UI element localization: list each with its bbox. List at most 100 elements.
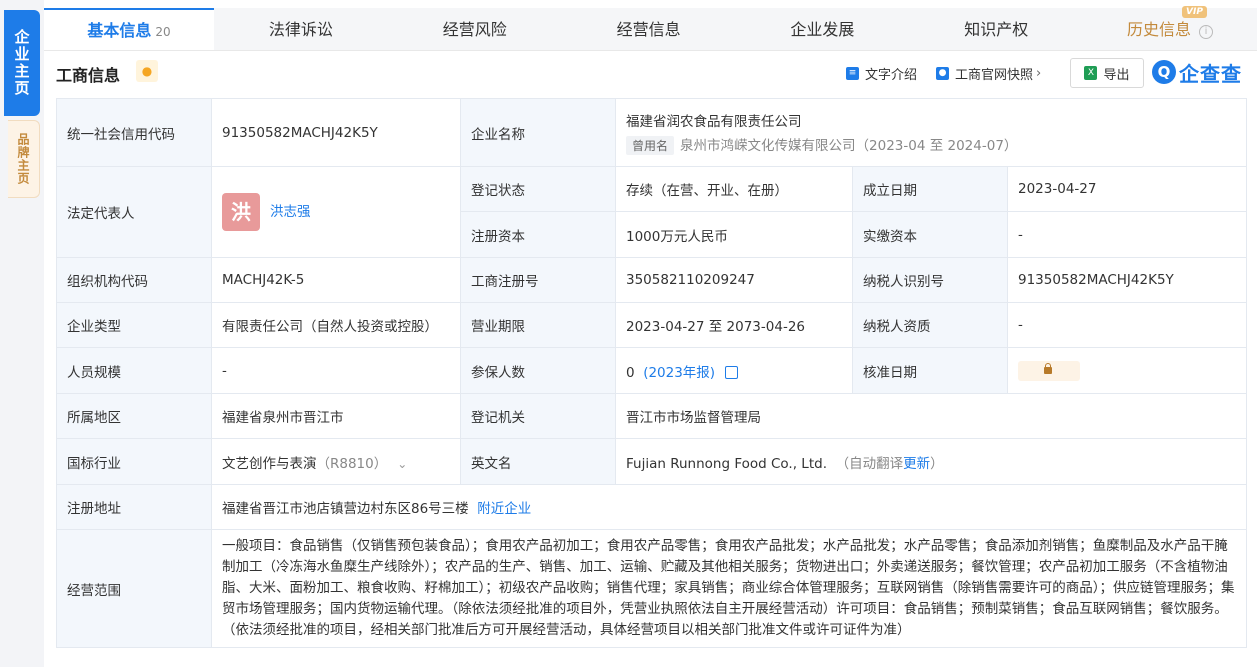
cell-label: 企业名称	[460, 98, 616, 167]
table-row: 人员规模 - 参保人数 0 (2023年报) 核准日期	[56, 347, 1248, 394]
company-name: 福建省润农食品有限责任公司	[626, 114, 802, 130]
tab-count: 20	[155, 25, 171, 39]
paid-capital-value: -	[1006, 211, 1248, 258]
cell-label: 核准日期	[852, 347, 1008, 394]
excel-icon: X	[1084, 66, 1098, 80]
chevron-down-icon[interactable]: ⌄	[397, 457, 407, 471]
cell-label: 登记机关	[460, 393, 616, 439]
taxpayer-q-value: -	[1006, 302, 1248, 348]
export-button[interactable]: X 导出	[1070, 58, 1144, 88]
tab-history[interactable]: 历史信息 i VIP	[1083, 6, 1257, 50]
en-note-suffix: ）	[930, 455, 944, 472]
cell-label: 注册地址	[56, 484, 212, 530]
export-label: 导出	[1103, 67, 1130, 83]
nearby-companies-link[interactable]: 附近企业	[477, 501, 531, 517]
business-scope-value: 一般项目：食品销售（仅销售预包装食品）；食用农产品初加工；食用农产品零售；食用农…	[210, 529, 1248, 648]
biz-reg-no-value: 350582110209247	[615, 257, 853, 303]
section-header: 工商信息 ● ≡ 文字介绍 ● 工商官网快照 › X 导出 Q 企查查	[56, 58, 1247, 90]
cell-label: 纳税人资质	[852, 302, 1008, 348]
side-tab-company-home[interactable]: 企业主页	[4, 10, 40, 116]
snapshot-label: 工商官网快照	[955, 68, 1034, 83]
cell-label: 工商注册号	[460, 257, 616, 303]
vip-badge: VIP	[1182, 6, 1207, 18]
address-cell: 福建省晋江市池店镇营边村东区86号三楼 附近企业	[210, 484, 1248, 530]
cell-label: 成立日期	[852, 166, 1008, 212]
translate-update-link[interactable]: 更新	[903, 456, 930, 472]
section-title: 工商信息	[56, 66, 121, 85]
chevron-right-icon: ›	[1036, 66, 1042, 81]
cell-label: 登记状态	[460, 166, 616, 212]
cell-label: 英文名	[460, 438, 616, 485]
reg-capital-value: 1000万元人民币	[615, 211, 853, 258]
table-row: 统一社会信用代码 91350582MACHJ42K5Y 企业名称 福建省润农食品…	[56, 98, 1248, 167]
cell-label: 经营范围	[56, 529, 212, 648]
org-code-value: MACHJ42K-5	[211, 257, 461, 303]
legal-rep-link[interactable]: 洪志强	[270, 204, 311, 220]
table-row: 国标行业 文艺创作与表演（R8810） ⌄ 英文名 Fujian Runnong …	[56, 438, 1248, 485]
table-row: 所属地区 福建省泉州市晋江市 登记机关 晋江市市场监督管理局	[56, 393, 1248, 439]
bell-icon[interactable]: ●	[136, 60, 158, 82]
address-value: 福建省晋江市池店镇营边村东区86号三楼	[222, 501, 469, 517]
side-tab-brand-home[interactable]: 品牌主页	[8, 120, 40, 198]
legal-rep-cell: 洪洪志强	[211, 166, 461, 258]
region-value: 福建省泉州市晋江市	[211, 393, 461, 439]
tab-development[interactable]: 企业发展	[735, 8, 909, 50]
tab-operation[interactable]: 经营信息	[562, 8, 736, 50]
cell-label: 注册资本	[460, 211, 616, 258]
cell-label: 组织机构代码	[56, 257, 212, 303]
cell-label: 统一社会信用代码	[56, 98, 212, 167]
document-icon: ≡	[846, 67, 859, 80]
business-info-table: 统一社会信用代码 91350582MACHJ42K5Y 企业名称 福建省润农食品…	[56, 98, 1248, 648]
text-intro-label: 文字介绍	[865, 68, 918, 83]
camera-icon: ●	[936, 67, 949, 80]
table-row: 企业类型 有限责任公司（自然人投资或控股） 营业期限 2023-04-27 至 …	[56, 302, 1248, 348]
logo-text: 企查查	[1179, 61, 1242, 86]
cell-label: 人员规模	[56, 347, 212, 394]
taxpayer-id-value: 91350582MACHJ42K5Y	[1006, 257, 1248, 303]
staff-value: -	[211, 347, 461, 394]
industry-code: （R8810）	[316, 455, 388, 472]
tab-legal[interactable]: 法律诉讼	[214, 8, 388, 50]
side-nav: 企业主页 品牌主页	[0, 0, 44, 667]
info-icon[interactable]: i	[1199, 25, 1214, 39]
cell-label: 国标行业	[56, 438, 212, 485]
cell-label: 法定代表人	[56, 166, 212, 258]
insured-value: 0	[626, 364, 635, 381]
term-value: 2023-04-27 至 2073-04-26	[615, 302, 853, 348]
reg-status-value: 存续（在营、开业、在册）	[615, 166, 853, 212]
credit-code-value: 91350582MACHJ42K5Y	[211, 98, 461, 167]
former-name[interactable]: 泉州市鸿嵘文化传媒有限公司	[680, 138, 856, 154]
former-period: （2023-04 至 2024-07）	[855, 138, 1018, 154]
tab-label: 历史信息	[1127, 20, 1192, 39]
avatar[interactable]: 洪	[222, 193, 260, 231]
cell-label: 营业期限	[460, 302, 616, 348]
tab-ip[interactable]: 知识产权	[909, 8, 1083, 50]
tab-risk[interactable]: 经营风险	[388, 8, 562, 50]
tab-basic-info[interactable]: 基本信息 20	[44, 8, 214, 50]
table-row: 经营范围 一般项目：食品销售（仅销售预包装食品）；食用农产品初加工；食用农产品零…	[56, 529, 1248, 648]
en-name-value: Fujian Runnong Food Co., Ltd.	[626, 455, 827, 472]
cell-label: 参保人数	[460, 347, 616, 394]
former-name-row: 曾用名 泉州市鸿嵘文化传媒有限公司（2023-04 至 2024-07）	[626, 134, 1236, 155]
industry-cell[interactable]: 文艺创作与表演（R8810） ⌄	[211, 438, 461, 485]
founded-value: 2023-04-27	[1006, 166, 1248, 212]
cell-label: 纳税人识别号	[852, 257, 1008, 303]
text-intro-button[interactable]: ≡ 文字介绍	[846, 64, 917, 83]
company-name-cell: 福建省润农食品有限责任公司 曾用名 泉州市鸿嵘文化传媒有限公司（2023-04 至…	[614, 98, 1248, 167]
insured-year-link[interactable]: (2023年报)	[643, 365, 715, 381]
qcc-logo: Q 企查查	[1152, 58, 1242, 86]
en-note-prefix: （自动翻译	[835, 455, 904, 472]
authority-value: 晋江市市场监督管理局	[614, 393, 1248, 439]
type-value: 有限责任公司（自然人投资或控股）	[211, 302, 461, 348]
approve-date-cell	[1006, 347, 1248, 394]
snapshot-button[interactable]: ● 工商官网快照 ›	[936, 64, 1041, 83]
table-row: 组织机构代码 MACHJ42K-5 工商注册号 350582110209247 …	[56, 257, 1248, 303]
logo-mark: Q	[1152, 60, 1176, 84]
cell-label: 实缴资本	[852, 211, 1008, 258]
table-row: 注册地址 福建省晋江市池店镇营边村东区86号三楼 附近企业	[56, 484, 1248, 530]
tab-label: 基本信息	[87, 21, 152, 40]
chart-icon[interactable]	[725, 365, 739, 379]
table-row: 法定代表人 洪洪志强 登记状态 存续（在营、开业、在册） 成立日期 2023-0…	[56, 166, 1248, 258]
lock-icon[interactable]	[1018, 360, 1080, 381]
insured-cell: 0 (2023年报)	[615, 347, 853, 394]
